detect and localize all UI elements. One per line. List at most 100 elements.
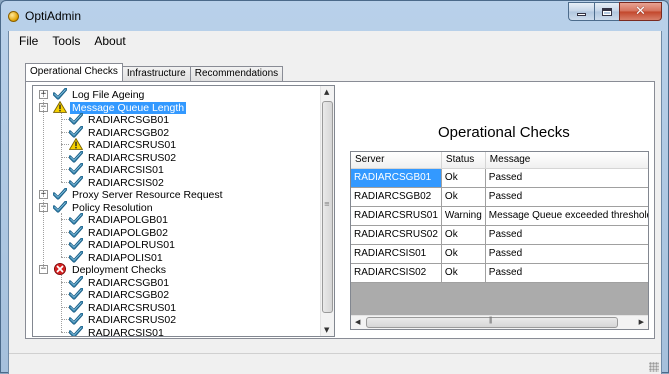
tree-item-label: RADIARCSRUS01 <box>88 301 177 314</box>
check-icon <box>69 163 83 175</box>
check-icon <box>69 238 83 250</box>
scroll-left-icon[interactable]: ◀ <box>355 318 360 326</box>
tree-leaf[interactable]: RADIARCSRUS01 <box>69 138 178 151</box>
table-cell[interactable]: Ok <box>441 244 486 264</box>
tree-item-label: RADIARCSRUS02 <box>88 314 177 326</box>
tree-leaf[interactable]: RADIARCSIS02 <box>69 175 166 189</box>
tree-item-label: Message Queue Length <box>70 101 187 114</box>
table-row[interactable]: RADIARCSGB01OkPassed12/11/200 <box>351 168 648 188</box>
tree-leaf[interactable]: RADIAPOLGB02 <box>69 225 170 239</box>
tree-leaf[interactable]: RADIARCSRUS01 <box>69 300 178 314</box>
tab-infrastructure[interactable]: Infrastructure <box>121 66 191 81</box>
table-cell[interactable]: RADIARCSGB02 <box>351 187 442 207</box>
table-cell[interactable]: Passed <box>485 244 648 264</box>
table-cell[interactable]: Passed <box>485 187 648 207</box>
tree-node[interactable]: Deployment Checks <box>53 263 168 276</box>
warning-icon <box>53 100 67 113</box>
tree-connector <box>61 244 69 245</box>
operational-checks-panel: ▲ ≡ ▼ + Log File Ageing − Message Queue Len… <box>25 81 655 339</box>
tree-item-label: RADIARCSRUS01 <box>88 139 177 151</box>
check-icon <box>53 200 67 213</box>
checks-tree[interactable]: ▲ ≡ ▼ + Log File Ageing − Message Queue Len… <box>32 85 335 337</box>
warning-icon <box>69 138 83 150</box>
tree-item-label: RADIAPOLGB02 <box>88 226 168 239</box>
minimize-icon <box>577 13 586 16</box>
tree-connector <box>61 281 69 283</box>
tree-connector <box>61 181 69 183</box>
tree-vertical-scrollbar[interactable]: ▲ ≡ ▼ <box>320 86 334 336</box>
column-header[interactable]: Status <box>441 152 486 169</box>
table-cell[interactable]: RADIARCSGB01 <box>351 168 442 188</box>
tab-operational-checks[interactable]: Operational Checks <box>25 63 123 81</box>
close-button[interactable]: ✕ <box>619 2 662 21</box>
tree-connector <box>61 212 62 257</box>
table-cell[interactable]: Passed <box>485 168 648 188</box>
minimize-button[interactable] <box>568 2 594 21</box>
menu-tools[interactable]: Tools <box>45 31 87 51</box>
tree-node[interactable]: Message Queue Length <box>53 100 187 114</box>
tree-leaf[interactable]: RADIAPOLGB01 <box>69 213 170 226</box>
tree-connector <box>61 319 69 320</box>
table-row[interactable]: RADIARCSIS02OkPassed12/11/200 <box>351 263 648 283</box>
scroll-grip-icon: ≡ <box>324 200 330 208</box>
caption-buttons: ✕ <box>568 2 662 21</box>
table-cell[interactable]: Ok <box>441 187 486 207</box>
error-icon <box>53 263 67 275</box>
table-cell[interactable]: RADIARCSRUS01 <box>351 206 442 226</box>
tree-item-label: RADIARCSIS01 <box>88 326 164 337</box>
tree-connector <box>61 306 69 308</box>
tab-recommendations[interactable]: Recommendations <box>189 66 284 81</box>
column-header[interactable]: Server <box>351 152 442 169</box>
tree-leaf[interactable]: RADIARCSGB01 <box>69 275 171 289</box>
table-cell[interactable]: RADIARCSIS02 <box>351 263 442 283</box>
table-row[interactable]: RADIARCSIS01OkPassed12/11/200 <box>351 244 648 264</box>
menu-bar: File Tools About <box>9 31 661 51</box>
tree-leaf[interactable]: RADIARCSIS01 <box>69 163 166 176</box>
app-window: OptiAdmin ✕ File Tools About Operational… <box>0 0 669 374</box>
menu-file[interactable]: File <box>12 31 45 51</box>
table-cell[interactable]: RADIARCSIS01 <box>351 244 442 264</box>
table-row[interactable]: RADIARCSGB02OkPassed12/11/200 <box>351 187 648 207</box>
table-cell[interactable]: Ok <box>441 225 486 245</box>
check-icon <box>69 175 83 188</box>
scroll-down-icon[interactable]: ▼ <box>324 326 329 334</box>
menu-about[interactable]: About <box>87 31 132 51</box>
table-cell[interactable]: Message Queue exceeded threshold <box>485 206 648 226</box>
tree-connector <box>61 275 62 332</box>
table-cell[interactable]: RADIARCSRUS02 <box>351 225 442 245</box>
tree-leaf[interactable]: RADIARCSRUS02 <box>69 150 178 164</box>
tree-node[interactable]: Policy Resolution <box>53 200 155 214</box>
tree-item-label: RADIARCSGB01 <box>88 114 170 126</box>
table-cell[interactable]: Passed <box>485 225 648 245</box>
table-row[interactable]: RADIARCSRUS01 Warning Message Queue exceed… <box>351 206 648 226</box>
tree-leaf[interactable]: RADIARCSGB02 <box>69 288 171 301</box>
table-cell[interactable]: Warning <box>441 206 486 226</box>
tree-connector <box>61 131 69 133</box>
table-cell[interactable]: Passed <box>485 263 648 283</box>
tree-leaf[interactable]: RADIARCSRUS02 <box>69 313 178 326</box>
tree-leaf[interactable]: RADIAPOLIS01 <box>69 250 165 264</box>
tree-leaf[interactable]: RADIARCSGB02 <box>69 125 171 139</box>
check-icon <box>69 225 83 238</box>
tree-item-label: Proxy Server Resource Request <box>72 189 223 201</box>
table-cell[interactable]: Ok <box>441 263 486 283</box>
panel-title: Operational Checks <box>438 124 570 141</box>
grid-horizontal-scrollbar[interactable]: ◀ ||| ▶ <box>351 315 648 329</box>
table-cell[interactable]: Ok <box>441 168 486 188</box>
column-header[interactable]: Message <box>485 152 648 169</box>
resize-grip-icon[interactable] <box>649 362 659 372</box>
check-icon <box>69 288 83 300</box>
scroll-right-icon[interactable]: ▶ <box>639 318 644 326</box>
tree-leaf[interactable]: RADIAPOLRUS01 <box>69 238 177 251</box>
scroll-thumb[interactable]: ||| <box>366 317 618 328</box>
table-row[interactable]: RADIARCSRUS02OkPassed12/11/200 <box>351 225 648 245</box>
tree-node[interactable]: Log File Ageing <box>53 88 146 101</box>
grid-header-row: ServerStatusMessageLast Chec <box>351 152 648 169</box>
scroll-up-icon[interactable]: ▲ <box>324 88 329 96</box>
tree-node[interactable]: Proxy Server Resource Request <box>53 188 225 201</box>
maximize-button[interactable] <box>594 2 619 21</box>
tree-leaf[interactable]: RADIARCSIS01 <box>69 325 166 337</box>
tree-leaf[interactable]: RADIARCSGB01 <box>69 113 171 126</box>
tree-connector <box>61 219 69 220</box>
title-bar[interactable]: OptiAdmin ✕ <box>1 1 668 31</box>
